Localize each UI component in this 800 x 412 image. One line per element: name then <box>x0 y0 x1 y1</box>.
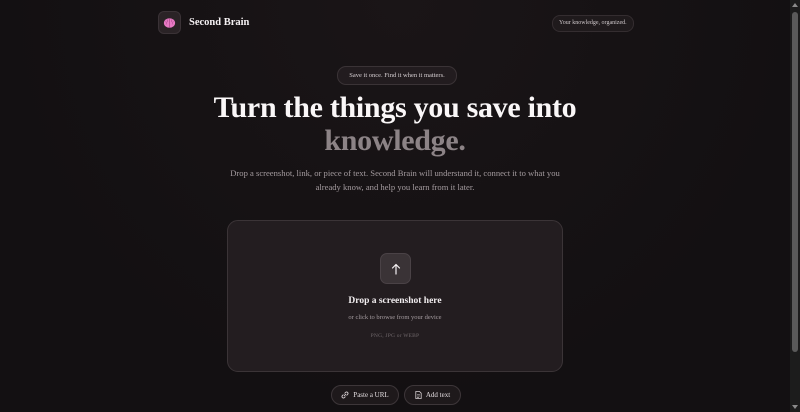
tagline-pill: Save it once. Find it when it matters. <box>337 66 457 85</box>
scroll-down-arrow-icon[interactable] <box>792 405 798 409</box>
top-header: Second Brain Your knowledge, organized. <box>0 0 790 46</box>
document-icon <box>415 391 422 399</box>
dropzone-formats: PNG, JPG or WEBP <box>370 333 420 339</box>
paste-url-button[interactable]: Paste a URL <box>331 385 399 405</box>
brain-icon <box>158 11 181 34</box>
hero-description: Drop a screenshot, link, or piece of tex… <box>230 168 560 192</box>
dropzone-title: Drop a screenshot here <box>348 296 442 306</box>
hero-title-accent: knowledge. <box>324 124 466 157</box>
upload-arrow-icon <box>380 253 411 284</box>
app-name: Second Brain <box>189 17 250 28</box>
scroll-up-arrow-icon[interactable] <box>792 3 798 7</box>
hero-title-main: Turn the things you save into <box>213 91 577 124</box>
dropzone-subtitle: or click to browse from your device <box>348 314 442 321</box>
header-badge: Your knowledge, organized. <box>552 15 634 32</box>
scrollbar-thumb[interactable] <box>792 12 798 352</box>
add-text-button[interactable]: Add text <box>404 385 461 405</box>
brand[interactable]: Second Brain <box>158 11 249 34</box>
screenshot-dropzone[interactable]: Drop a screenshot here or click to brows… <box>227 220 563 372</box>
add-text-label: Add text <box>425 391 451 399</box>
paste-url-label: Paste a URL <box>353 391 389 399</box>
link-icon <box>341 391 349 399</box>
page-scrollbar[interactable] <box>790 0 800 412</box>
hero-title: Turn the things you save into knowledge. <box>150 91 640 157</box>
app-viewport: Second Brain Your knowledge, organized. … <box>0 0 800 412</box>
